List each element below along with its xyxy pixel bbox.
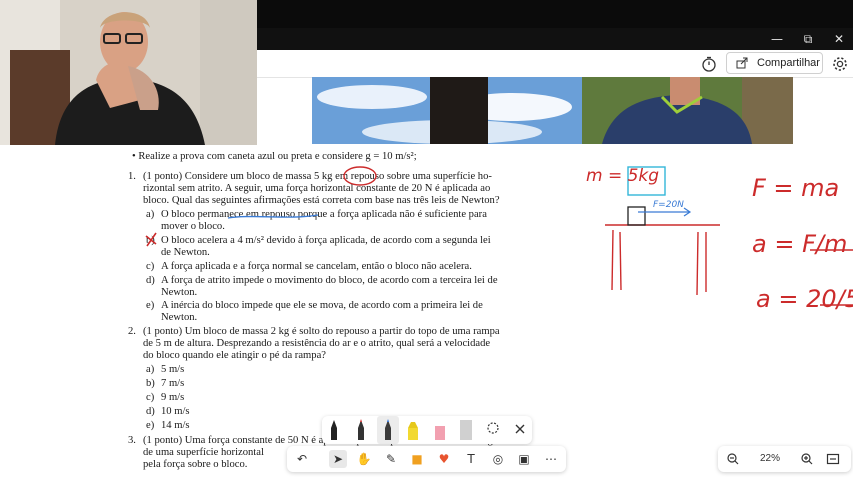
mass-note: m = 5kg bbox=[586, 166, 660, 186]
select-cursor-icon[interactable]: ➤ bbox=[329, 450, 347, 468]
yellow-highlighter-icon[interactable] bbox=[408, 422, 418, 440]
zoom-in-icon[interactable] bbox=[800, 452, 814, 466]
acceleration-step-2: a = 20/5 bbox=[756, 285, 853, 313]
acceleration-step-1: a = F/m bbox=[752, 230, 848, 258]
force-note: F=20N bbox=[653, 200, 684, 210]
newton-law-note: F = ma bbox=[752, 174, 840, 202]
drawing-toolbar: ↶ ➤ ✋ ✎ ■ ♥ T ◎ ▣ ⋯ bbox=[287, 446, 566, 472]
handwriting-area: m = 5kg F=20N F = ma a = F/m a = 20/5 bbox=[580, 150, 853, 330]
close-tray-icon[interactable] bbox=[515, 424, 525, 434]
zoom-out-icon[interactable] bbox=[726, 452, 740, 466]
pink-highlighter-icon[interactable] bbox=[435, 426, 445, 440]
more-icon[interactable]: ⋯ bbox=[542, 450, 560, 468]
undo-icon[interactable]: ↶ bbox=[293, 450, 311, 468]
fit-screen-icon[interactable] bbox=[826, 452, 840, 466]
zoom-level[interactable]: 22% bbox=[760, 453, 780, 464]
red-pen-icon[interactable] bbox=[358, 419, 364, 440]
heart-icon[interactable]: ♥ bbox=[435, 450, 453, 468]
pen-tray bbox=[322, 416, 532, 444]
sticky-note-icon[interactable]: ■ bbox=[408, 450, 426, 468]
text-icon[interactable]: T bbox=[462, 450, 480, 468]
frame-icon[interactable]: ▣ bbox=[515, 450, 533, 468]
zoom-bar: 22% bbox=[718, 446, 851, 472]
lasso-icon[interactable] bbox=[487, 422, 499, 434]
shapes-icon[interactable]: ◎ bbox=[489, 450, 507, 468]
pen-icon[interactable]: ✎ bbox=[382, 450, 400, 468]
ruler-icon[interactable] bbox=[460, 420, 472, 440]
black-pen-icon[interactable] bbox=[331, 420, 337, 440]
blue-pen-icon[interactable] bbox=[377, 416, 399, 444]
hand-pan-icon[interactable]: ✋ bbox=[355, 450, 373, 468]
